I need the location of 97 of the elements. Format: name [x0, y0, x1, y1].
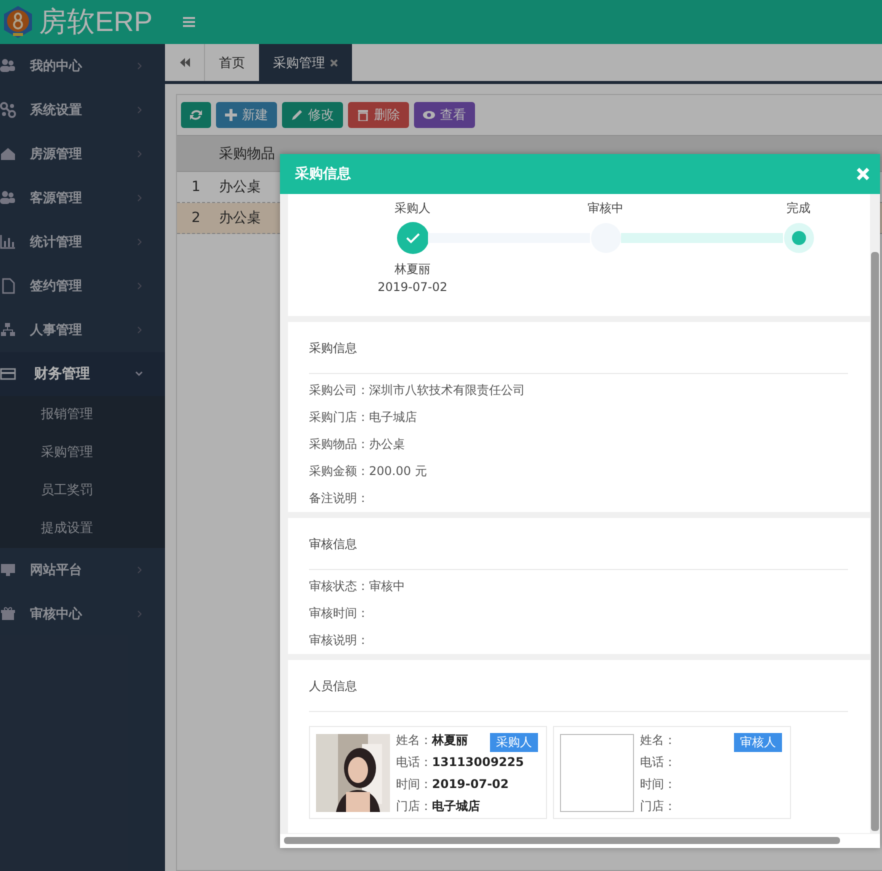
section-title: 人员信息 [309, 660, 848, 712]
credit-card-icon [0, 366, 16, 382]
sidebar-item[interactable]: 系统设置 [0, 88, 165, 132]
sidebar-item[interactable]: 统计管理 [0, 220, 165, 264]
chevron-right-icon [135, 326, 143, 334]
submenu-item[interactable]: 采购管理 [0, 434, 165, 472]
view-button[interactable]: 查看 [414, 102, 475, 128]
step-label: 采购人 [394, 200, 430, 217]
sidebar-item[interactable]: 审核中心 [0, 592, 165, 636]
chevron-right-icon [135, 62, 143, 70]
plus-icon [225, 109, 237, 121]
app-title: 房软ERP [39, 5, 153, 39]
step-date: 2019-07-02 [378, 279, 448, 296]
step-dot [782, 222, 814, 254]
field-label: 时间： [396, 776, 432, 790]
chevron-right-icon [135, 106, 143, 114]
chevron-right-icon [135, 566, 143, 574]
row-number: 1 [190, 179, 202, 195]
step-label: 完成 [786, 200, 810, 217]
house-icon [0, 146, 16, 162]
table-cell-text: 办公桌 [218, 178, 261, 196]
submenu-item[interactable]: 提成设置 [0, 510, 165, 548]
field-label: 门店： [640, 798, 676, 812]
chevron-right-icon [135, 610, 143, 618]
vertical-scrollbar[interactable] [870, 194, 880, 834]
monitor-icon [0, 562, 16, 578]
sidebar-item[interactable]: 我的中心 [0, 44, 165, 88]
chevron-down-icon [135, 370, 143, 378]
field-label: 审核说明： [309, 633, 369, 647]
tab[interactable]: 首页 [205, 44, 259, 81]
delete-button[interactable]: 删除 [348, 102, 409, 128]
close-icon [330, 58, 338, 66]
horizontal-scrollbar[interactable] [280, 834, 880, 848]
menu-icon [183, 17, 195, 27]
double-arrow-left-icon [180, 58, 190, 67]
chevron-right-icon [135, 282, 143, 290]
check-circle-icon [396, 222, 428, 254]
bar-chart-icon [0, 234, 16, 250]
pencil-icon [291, 109, 303, 121]
field-value: 电子城店 [432, 798, 480, 812]
step-label: 审核中 [588, 200, 624, 217]
close-icon [856, 167, 870, 181]
field-label: 审核时间： [309, 606, 369, 620]
field-label: 采购门店： [309, 410, 369, 424]
chevron-right-icon [135, 194, 143, 202]
role-badge: 审核人 [734, 733, 782, 752]
sidebar-item[interactable]: 财务管理 [0, 352, 165, 396]
field-value: 林夏丽 [432, 732, 468, 746]
section-title: 审核信息 [309, 518, 848, 570]
field-value: 办公桌 [369, 437, 405, 451]
refresh-icon [190, 109, 202, 121]
field-label: 采购金额： [309, 464, 369, 478]
trash-icon [357, 109, 369, 121]
field-value: 13113009225 [432, 754, 524, 768]
field-label: 备注说明： [309, 491, 369, 505]
tab[interactable]: 采购管理 [259, 44, 352, 81]
sidebar-item[interactable]: 签约管理 [0, 264, 165, 308]
field-value: 2019-07-02 [432, 776, 509, 790]
refresh-button[interactable] [181, 102, 211, 128]
eye-icon [423, 109, 435, 121]
document-icon [0, 278, 16, 294]
field-label: 门店： [396, 798, 432, 812]
field-label: 电话： [396, 754, 432, 768]
chevron-right-icon [135, 238, 143, 246]
table-cell-text: 办公桌 [218, 209, 261, 227]
add-button[interactable]: 新建 [216, 102, 277, 128]
field-label: 姓名： [640, 732, 676, 746]
field-label: 审核状态： [309, 579, 369, 593]
field-value: 审核中 [369, 579, 405, 593]
sitemap-icon [0, 322, 16, 338]
nodes-icon [0, 102, 16, 118]
submenu-item[interactable]: 报销管理 [0, 396, 165, 434]
chevron-right-icon [135, 150, 143, 158]
users-icon [0, 58, 16, 74]
field-value: 电子城店 [369, 410, 417, 424]
step-circle [590, 222, 622, 254]
field-label: 采购公司： [309, 383, 369, 397]
field-value: 200.00 元 [369, 464, 427, 478]
field-label: 时间： [640, 776, 676, 790]
section-title: 采购信息 [309, 322, 848, 374]
step-person: 林夏丽 [394, 261, 430, 278]
gift-icon [0, 606, 16, 622]
field-label: 电话： [640, 754, 676, 768]
close-button[interactable] [854, 165, 872, 183]
column-header: 采购物品 [218, 144, 276, 162]
sidebar-item[interactable]: 客源管理 [0, 176, 165, 220]
sidebar-item[interactable]: 人事管理 [0, 308, 165, 352]
field-label: 采购物品： [309, 437, 369, 451]
users-icon [0, 190, 16, 206]
row-number: 2 [190, 210, 202, 226]
role-badge: 采购人 [490, 733, 538, 752]
dialog-title: 采购信息 [295, 165, 351, 183]
field-label: 姓名： [396, 732, 432, 746]
logo-icon [3, 5, 33, 39]
submenu-item[interactable]: 员工奖罚 [0, 472, 165, 510]
field-value: 深圳市八软技术有限责任公司 [369, 383, 525, 397]
edit-button[interactable]: 修改 [282, 102, 343, 128]
